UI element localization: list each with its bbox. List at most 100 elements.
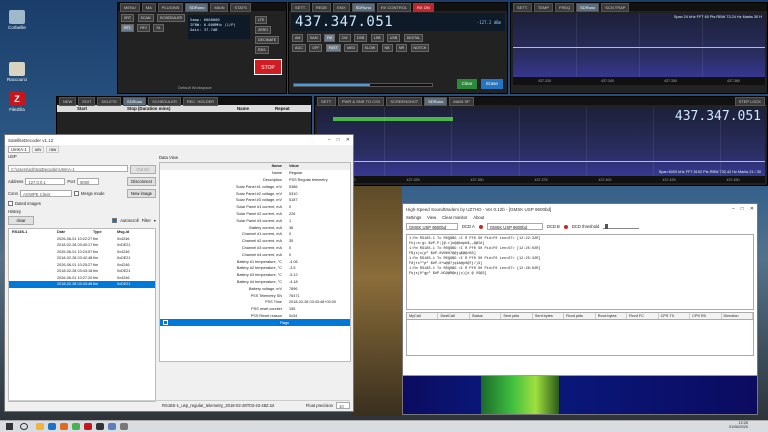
step-lock-button[interactable]: STEP LOCK <box>734 96 765 106</box>
desktop-icon-filezilla[interactable]: Z FileZilla <box>4 92 30 112</box>
tab-ma[interactable]: MA <box>141 2 156 12</box>
tab-temp[interactable]: TEMP <box>533 2 554 12</box>
tab-scheduler[interactable]: SCHEDULER <box>148 96 181 106</box>
data-view-row[interactable]: Battery #4 temperature, °C -4.18 <box>160 279 350 286</box>
tab-plugins[interactable]: PLUGINS <box>157 2 184 12</box>
data-view-row[interactable]: Description PSS Regular telemetry <box>160 177 350 184</box>
tab-freq[interactable]: FREQ <box>555 2 575 12</box>
tab-main[interactable]: MAIN <box>210 2 229 12</box>
tab-settings[interactable]: SETT. <box>513 2 532 12</box>
zero-button[interactable]: ZERO <box>255 26 271 34</box>
agc-med-button[interactable]: MED <box>344 44 359 52</box>
aux-spectrum-display[interactable]: Span 24 kHz FFT 60 Pts RBW 73.24 Hz Mark… <box>513 13 765 85</box>
data-view-row[interactable]: Solar Panel #3 current, mA 1 <box>160 217 350 224</box>
stop-button[interactable]: STOP <box>254 59 282 75</box>
data-view-row[interactable]: Channel #3 current, mA 0 <box>160 245 350 252</box>
menu-view[interactable]: View <box>427 215 436 220</box>
output-dir-field[interactable]: C:\Users\sdr\SatDecoder\UmKA-1 <box>8 165 128 172</box>
disconnect-button[interactable]: Disconnect <box>127 177 156 186</box>
windows-start-icon[interactable] <box>6 423 13 430</box>
data-view-row[interactable]: PSS Telemetry SN 76471 <box>160 292 350 299</box>
data-view-row[interactable]: Channel #1 current, mA 0 <box>160 231 350 238</box>
data-view-row[interactable]: PSS reset counter 155 <box>160 306 350 313</box>
system-clock[interactable]: 12:26 01/06/2020 <box>692 421 748 432</box>
data-view-row[interactable]: Solar Panel #2 voltage, mV 5310 <box>160 190 350 197</box>
edit-schedule-button[interactable]: EDIT <box>78 96 96 106</box>
agc-button[interactable]: AGC <box>292 44 306 52</box>
close-icon[interactable]: ✕ <box>750 206 754 212</box>
tab-settings[interactable]: SETT. <box>317 96 336 106</box>
main-spectrum-display[interactable]: 437.347.051 Span 6000 kHz FFT 8192 Pts R… <box>317 107 765 183</box>
chrome-icon[interactable] <box>72 423 80 430</box>
history-row[interactable]: 2018-02-28 03:43:48 tlm 0xDE21 <box>9 281 155 288</box>
volume-slider[interactable] <box>293 83 433 87</box>
history-root-node[interactable]: RS18S-1 <box>9 230 57 234</box>
modem-b-select[interactable]: GMSK USP 9600bd <box>486 223 543 230</box>
data-view-row[interactable]: Channel #2 current, mA 35 <box>160 238 350 245</box>
pwr-snr-csv-button[interactable]: PWR & SNR TO CSV <box>337 96 385 106</box>
nr-button[interactable]: NR <box>395 44 408 52</box>
mode-usb-button[interactable]: USB <box>386 34 401 42</box>
mode-cw-button[interactable]: CW <box>338 34 351 42</box>
scheduler-button[interactable]: SCHEDULER <box>156 14 186 22</box>
rf2-button[interactable]: RF2 <box>137 24 150 32</box>
lte-button[interactable]: LTE <box>255 16 268 24</box>
data-view-row[interactable]: Solar Panel #2 current, mA 226 <box>160 211 350 218</box>
rf1-button[interactable]: RF1 <box>121 24 134 32</box>
tab-raw[interactable]: raw <box>46 146 60 153</box>
desktop-icon-recycle-bin[interactable]: Corbeille <box>4 10 30 30</box>
tab-settings[interactable]: SETT. <box>291 2 310 12</box>
agc-off-button[interactable]: OFF <box>309 44 323 52</box>
filter-dropdown[interactable]: Filter <box>142 218 151 223</box>
edge-icon[interactable] <box>48 423 56 430</box>
dcd-threshold-slider[interactable] <box>603 224 640 229</box>
data-view-row[interactable]: Battery #2 temperature, °C -3.5 <box>160 265 350 272</box>
data-view-row[interactable]: Battery current, mA 36 <box>160 224 350 231</box>
nb-button[interactable]: NB <box>381 44 393 52</box>
data-view-row[interactable]: Solar Panel #3 voltage, mV 5187 <box>160 197 350 204</box>
menu-about[interactable]: About <box>473 215 484 220</box>
autoscroll-checkbox[interactable] <box>112 218 118 223</box>
dated-images-checkbox[interactable] <box>8 201 13 206</box>
delete-schedule-button[interactable]: DELETE <box>97 96 122 106</box>
mode-sam-button[interactable]: SAM <box>306 34 321 42</box>
tab-rx-control[interactable]: RX CONTROL <box>376 2 412 12</box>
data-view-row[interactable]: Solar Panel #1 current, mA 0 <box>160 204 350 211</box>
new-schedule-button[interactable]: NEW <box>59 96 77 106</box>
desktop-icon-shortcut[interactable]: Raccourci <box>4 62 30 82</box>
mode-am-button[interactable]: AM <box>292 34 304 42</box>
sdruno-icon[interactable] <box>96 423 104 430</box>
data-view-row[interactable]: Battery voltage, mV 7896 <box>160 285 350 292</box>
soundmodem-waterfall[interactable] <box>403 370 757 414</box>
minimize-icon[interactable]: – <box>732 206 735 212</box>
erase-button[interactable]: Erase <box>481 79 503 89</box>
tab-umka-1[interactable]: UmKA-1 <box>8 146 30 153</box>
app-icon[interactable] <box>120 423 128 430</box>
maximize-icon[interactable]: □ <box>741 206 744 212</box>
file-explorer-icon[interactable] <box>36 423 44 430</box>
agc-slow-button[interactable]: SLOW <box>361 44 379 52</box>
minimize-icon[interactable]: – <box>328 137 331 143</box>
data-view-row[interactable]: Name Regular <box>160 170 350 177</box>
tab-menu[interactable]: MENU <box>120 2 140 12</box>
tab-rede[interactable]: REDE <box>311 2 332 12</box>
port-field[interactable]: 8000 <box>77 178 100 185</box>
tab-main-sp[interactable]: MAIN SP <box>449 96 474 106</box>
frequency-display[interactable]: 437.347.051 -127.2 dBm <box>291 13 505 31</box>
tab-stats[interactable]: STATS <box>230 2 251 12</box>
menu-clear-monitor[interactable]: Clear monitor <box>442 215 467 220</box>
maximize-icon[interactable]: □ <box>337 137 340 143</box>
tab-emx[interactable]: EMX <box>333 2 350 12</box>
menu-settings[interactable]: Settings <box>406 215 421 220</box>
s1-button[interactable]: S1 <box>153 24 164 32</box>
scan-button[interactable]: SCAN <box>137 14 154 22</box>
out-dir-button[interactable]: Out Dir <box>130 165 156 174</box>
clear-button[interactable]: Clear <box>457 79 477 89</box>
rx-on-button[interactable]: RX ON <box>413 2 434 12</box>
close-icon[interactable]: ✕ <box>346 137 350 143</box>
history-tree[interactable]: RS18S-1 Date Type Msg-id 2026-06-01 10:2… <box>8 228 156 402</box>
data-view-row[interactable]: PSS Reset reason 0x34 <box>160 313 350 320</box>
modem-a-select[interactable]: GMSK USP 9600bd <box>406 223 458 230</box>
tab-usv[interactable]: usv <box>31 146 45 153</box>
filezilla-icon[interactable] <box>84 423 92 430</box>
